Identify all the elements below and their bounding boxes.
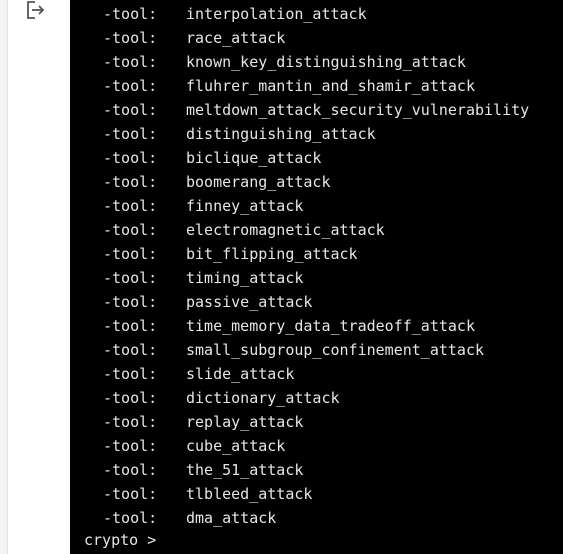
tool-list: -tool: interpolation_attack -tool: race_att… — [103, 2, 529, 530]
tool-name: the_51_attack — [186, 461, 304, 479]
tool-line: -tool: interpolation_attack — [103, 2, 529, 26]
tool-name: known_key_distinguishing_attack — [186, 53, 466, 71]
tool-key: -tool: — [103, 101, 158, 119]
tool-name: small_subgroup_confinement_attack — [186, 341, 485, 359]
tool-name: biclique_attack — [186, 149, 322, 167]
tool-line: -tool: bit_flipping_attack — [103, 242, 529, 266]
tool-name: dictionary_attack — [186, 389, 340, 407]
tool-line: -tool: dma_attack — [103, 506, 529, 530]
tool-line: -tool: small_subgroup_confinement_attack — [103, 338, 529, 362]
tool-name: bit_flipping_attack — [186, 245, 358, 263]
tool-line: -tool: fluhrer_mantin_and_shamir_attack — [103, 74, 529, 98]
tool-line: -tool: dictionary_attack — [103, 386, 529, 410]
tool-key: -tool: — [103, 149, 158, 167]
tool-key: -tool: — [103, 77, 158, 95]
tool-line: -tool: biclique_attack — [103, 146, 529, 170]
tool-name: dma_attack — [186, 509, 277, 527]
tool-key: -tool: — [103, 29, 158, 47]
tool-line: -tool: time_memory_data_tradeoff_attack — [103, 314, 529, 338]
tool-line: -tool: electromagnetic_attack — [103, 218, 529, 242]
tool-name: timing_attack — [186, 269, 304, 287]
tool-name: fluhrer_mantin_and_shamir_attack — [186, 77, 475, 95]
tool-key: -tool: — [103, 245, 158, 263]
tool-line: -tool: distinguishing_attack — [103, 122, 529, 146]
tool-line: -tool: timing_attack — [103, 266, 529, 290]
tool-key: -tool: — [103, 125, 158, 143]
tool-key: -tool: — [103, 365, 158, 383]
tool-line: -tool: slide_attack — [103, 362, 529, 386]
tool-key: -tool: — [103, 293, 158, 311]
tool-name: slide_attack — [186, 365, 295, 383]
tool-key: -tool: — [103, 5, 158, 23]
tool-line: -tool: tlbleed_attack — [103, 482, 529, 506]
output-redirect-icon[interactable] — [26, 0, 48, 20]
tool-key: -tool: — [103, 413, 158, 431]
cell-left-border — [0, 0, 8, 554]
tool-line: -tool: the_51_attack — [103, 458, 529, 482]
terminal-prompt[interactable]: crypto > — [84, 528, 165, 552]
tool-line: -tool: race_attack — [103, 26, 529, 50]
tool-key: -tool: — [103, 173, 158, 191]
tool-name: race_attack — [186, 29, 286, 47]
tool-name: replay_attack — [186, 413, 304, 431]
tool-name: passive_attack — [186, 293, 313, 311]
tool-line: -tool: cube_attack — [103, 434, 529, 458]
tool-name: tlbleed_attack — [186, 485, 313, 503]
tool-name: time_memory_data_tradeoff_attack — [186, 317, 475, 335]
tool-key: -tool: — [103, 53, 158, 71]
tool-key: -tool: — [103, 341, 158, 359]
notebook-output-cell: -tool: interpolation_attack -tool: race_att… — [0, 0, 563, 554]
tool-line: -tool: known_key_distinguishing_attack — [103, 50, 529, 74]
tool-key: -tool: — [103, 509, 158, 527]
tool-name: electromagnetic_attack — [186, 221, 385, 239]
tool-key: -tool: — [103, 485, 158, 503]
tool-key: -tool: — [103, 269, 158, 287]
tool-line: -tool: passive_attack — [103, 290, 529, 314]
tool-name: interpolation_attack — [186, 5, 367, 23]
tool-key: -tool: — [103, 197, 158, 215]
output-redirect-icon-graphic — [27, 1, 45, 19]
tool-name: cube_attack — [186, 437, 286, 455]
tool-key: -tool: — [103, 317, 158, 335]
tool-line: -tool: finney_attack — [103, 194, 529, 218]
tool-name: distinguishing_attack — [186, 125, 376, 143]
terminal-output: -tool: interpolation_attack -tool: race_att… — [70, 0, 563, 554]
tool-name: finney_attack — [186, 197, 304, 215]
tool-name: boomerang_attack — [186, 173, 331, 191]
tool-name: meltdown_attack_security_vulnerability — [186, 101, 530, 119]
tool-line: -tool: boomerang_attack — [103, 170, 529, 194]
tool-line: -tool: replay_attack — [103, 410, 529, 434]
tool-line: -tool: meltdown_attack_security_vulnerabi… — [103, 98, 529, 122]
tool-key: -tool: — [103, 221, 158, 239]
tool-key: -tool: — [103, 461, 158, 479]
tool-key: -tool: — [103, 437, 158, 455]
tool-key: -tool: — [103, 389, 158, 407]
